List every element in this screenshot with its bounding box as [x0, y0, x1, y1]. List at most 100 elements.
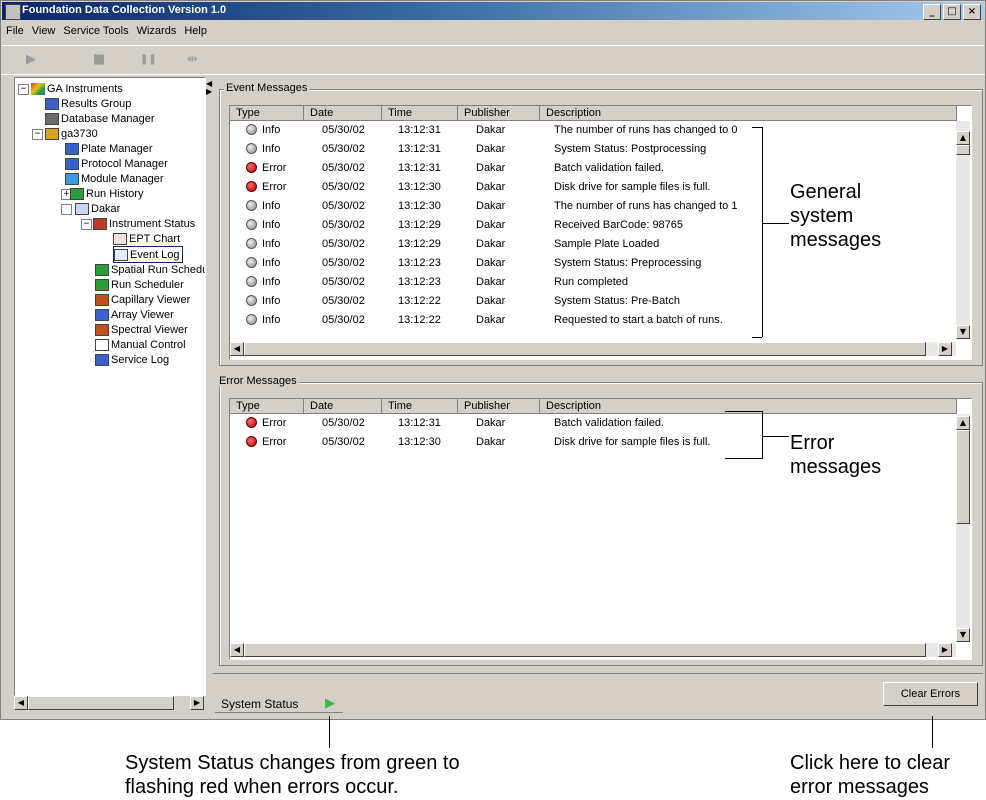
event-horizontal-scrollbar[interactable]: ◀ ▶: [230, 342, 956, 356]
instrument-icon: [45, 127, 59, 140]
pause-icon[interactable]: ❚❚: [140, 54, 157, 65]
cell-type: Error: [262, 181, 287, 193]
column-header-type[interactable]: Type: [230, 106, 304, 121]
cell-publisher: Dakar: [476, 181, 506, 193]
maximize-button[interactable]: □: [943, 4, 961, 20]
scroll-right-icon[interactable]: ▶: [190, 696, 204, 710]
menu-view[interactable]: View: [28, 23, 60, 41]
info-icon: [246, 238, 257, 249]
scroll-left-icon[interactable]: ◀: [14, 696, 28, 710]
minimize-button[interactable]: _: [923, 4, 941, 20]
tree-item-results-group[interactable]: Results Group: [45, 96, 131, 111]
tree-item-manual-control[interactable]: Manual Control: [95, 337, 186, 352]
table-row[interactable]: Error 05/30/02 13:12:31 Dakar Batch validati…: [230, 160, 956, 179]
tree-item-dakar[interactable]: Dakar: [75, 201, 120, 216]
table-row[interactable]: Info 05/30/02 13:12:23 Dakar Run completed: [230, 274, 956, 293]
tree-item-spatial-run-scheduler[interactable]: Spatial Run Scheduler: [95, 262, 205, 277]
cell-date: 05/30/02: [322, 143, 365, 155]
results-group-icon: [45, 97, 59, 110]
menu-wizards[interactable]: Wizards: [133, 23, 181, 41]
cell-date: 05/30/02: [322, 181, 365, 193]
cell-date: 05/30/02: [322, 314, 365, 326]
scheduler-icon: [95, 278, 109, 291]
tree-item-spectral-viewer[interactable]: Spectral Viewer: [95, 322, 188, 337]
system-status-label: System Status: [221, 697, 299, 711]
navigation-tree: − GA Instruments Results Group Database …: [14, 77, 206, 696]
tree-item-protocol-manager[interactable]: Protocol Manager: [65, 156, 168, 171]
menu-help[interactable]: Help: [180, 23, 211, 41]
table-row[interactable]: Info 05/30/02 13:12:23 Dakar System Status: …: [230, 255, 956, 274]
tree-item-capillary-viewer[interactable]: Capillary Viewer: [95, 292, 190, 307]
cell-description: The number of runs has changed to 1: [554, 200, 738, 212]
scroll-right-icon[interactable]: ▶: [938, 342, 952, 356]
close-button[interactable]: ×: [963, 4, 981, 20]
collapse-toggle[interactable]: −: [81, 219, 92, 230]
tree-item-run-history[interactable]: Run History: [70, 186, 143, 201]
cell-description: System Status: Pre-Batch: [554, 295, 680, 307]
tree-item-instrument-status[interactable]: Instrument Status: [93, 216, 195, 231]
scroll-right-icon[interactable]: ▶: [938, 643, 952, 657]
tree-item-array-viewer[interactable]: Array Viewer: [95, 307, 174, 322]
menu-service-tools[interactable]: Service Tools: [59, 23, 132, 41]
table-row[interactable]: Info 05/30/02 13:12:22 Dakar Requested to st…: [230, 312, 956, 331]
column-header-time[interactable]: Time: [382, 106, 458, 121]
column-header-type[interactable]: Type: [230, 399, 304, 414]
column-header-publisher[interactable]: Publisher: [458, 106, 540, 121]
tree-horizontal-scrollbar[interactable]: ◀ ▶: [14, 696, 204, 710]
cell-description: Disk drive for sample files is full.: [554, 181, 711, 193]
splitter-arrow-icon[interactable]: ▶: [206, 87, 212, 96]
column-header-date[interactable]: Date: [304, 399, 382, 414]
play-icon[interactable]: ▶: [26, 52, 36, 67]
toolbar: ▶ ■ ❚❚ ⇹: [2, 45, 984, 75]
scroll-thumb[interactable]: [244, 342, 926, 356]
menu-file[interactable]: File: [2, 23, 28, 41]
collapse-toggle[interactable]: −: [18, 84, 29, 95]
tree-item-ga-instruments[interactable]: GA Instruments: [31, 81, 123, 96]
cell-publisher: Dakar: [476, 436, 506, 448]
column-header-time[interactable]: Time: [382, 399, 458, 414]
event-vertical-scrollbar[interactable]: ▲ ▼: [956, 121, 970, 339]
clear-errors-button[interactable]: Clear Errors: [883, 682, 978, 706]
column-header-publisher[interactable]: Publisher: [458, 399, 540, 414]
table-row[interactable]: Info 05/30/02 13:12:31 Dakar The number of r…: [230, 122, 956, 141]
tree-item-module-manager[interactable]: Module Manager: [65, 171, 164, 186]
scroll-up-icon[interactable]: ▲: [956, 131, 970, 145]
cell-publisher: Dakar: [476, 219, 506, 231]
column-header-description[interactable]: Description: [540, 106, 957, 121]
tree-item-service-log[interactable]: Service Log: [95, 352, 169, 367]
collapse-toggle[interactable]: [61, 204, 72, 215]
cell-type: Info: [262, 314, 281, 326]
error-vertical-scrollbar[interactable]: ▲ ▼: [956, 414, 970, 642]
error-horizontal-scrollbar[interactable]: ◀ ▶: [230, 643, 956, 657]
scroll-up-icon[interactable]: ▲: [956, 416, 970, 430]
scroll-down-icon[interactable]: ▼: [956, 628, 970, 642]
scroll-left-icon[interactable]: ◀: [230, 643, 244, 657]
tree-item-ept-chart[interactable]: EPT Chart: [113, 231, 180, 246]
scroll-thumb[interactable]: [244, 643, 926, 657]
scroll-thumb[interactable]: [956, 145, 970, 155]
column-header-date[interactable]: Date: [304, 106, 382, 121]
tree-item-ga3730[interactable]: ga3730: [45, 126, 98, 141]
cell-type: Info: [262, 257, 281, 269]
tree-item-run-scheduler[interactable]: Run Scheduler: [95, 277, 184, 292]
tree-item-plate-manager[interactable]: Plate Manager: [65, 141, 153, 156]
skip-icon[interactable]: ⇹: [187, 52, 198, 67]
collapse-toggle[interactable]: −: [32, 129, 43, 140]
cell-date: 05/30/02: [322, 124, 365, 136]
cell-time: 13:12:22: [398, 295, 441, 307]
panel-splitter[interactable]: ◀ ▶: [205, 77, 213, 697]
tree-item-event-log[interactable]: Event Log: [113, 246, 183, 263]
info-icon: [246, 295, 257, 306]
cell-date: 05/30/02: [322, 417, 365, 429]
scroll-down-icon[interactable]: ▼: [956, 325, 970, 339]
table-row[interactable]: Info 05/30/02 13:12:22 Dakar System Status: …: [230, 293, 956, 312]
scroll-left-icon[interactable]: ◀: [230, 342, 244, 356]
cell-publisher: Dakar: [476, 200, 506, 212]
table-row[interactable]: Info 05/30/02 13:12:31 Dakar System Status: …: [230, 141, 956, 160]
tree-item-database-manager[interactable]: Database Manager: [45, 111, 155, 126]
scroll-thumb[interactable]: [28, 696, 174, 710]
status-indicator-icon: ▶: [325, 696, 335, 711]
stop-icon[interactable]: ■: [93, 52, 105, 67]
scroll-thumb[interactable]: [956, 430, 970, 524]
database-icon: [45, 112, 59, 125]
